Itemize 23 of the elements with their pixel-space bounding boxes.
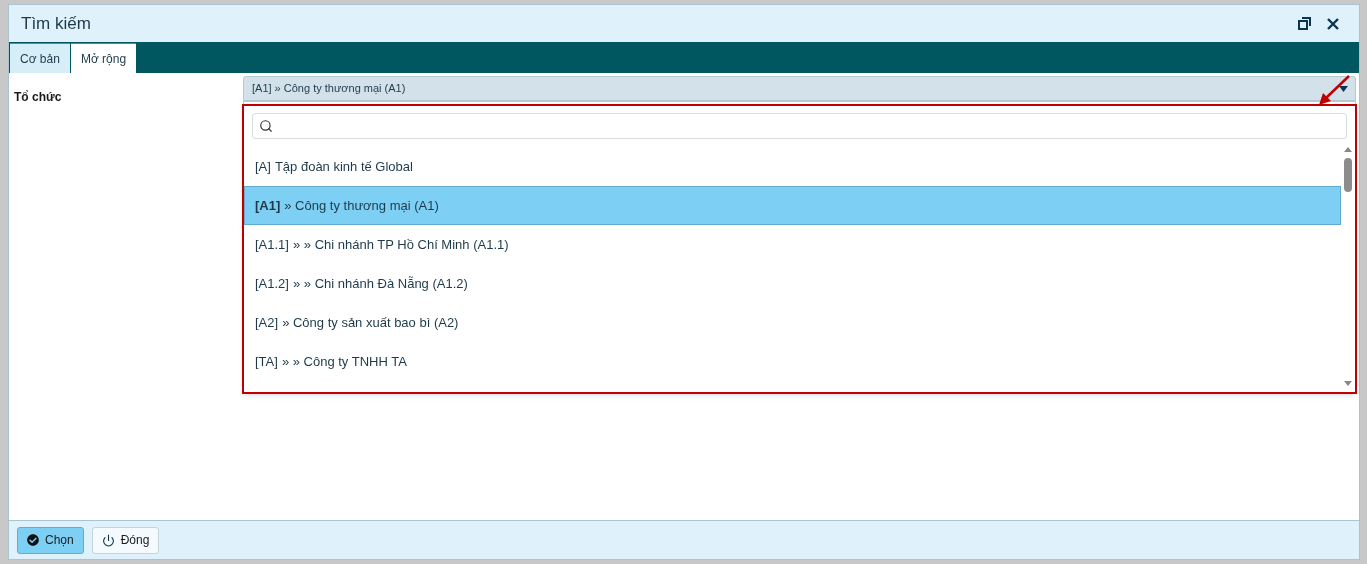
- dropdown-option[interactable]: [TA] » » Công ty TNHH TA: [244, 342, 1341, 381]
- window-title: Tìm kiếm: [21, 12, 91, 35]
- caret-icon[interactable]: [1339, 85, 1348, 92]
- dropdown-option[interactable]: [A] Tập đoàn kinh tế Global: [244, 147, 1341, 186]
- scroll-up-icon[interactable]: [1344, 147, 1352, 152]
- search-icon: [259, 119, 273, 133]
- check-icon: [27, 534, 39, 546]
- dropdown-option[interactable]: [A2] » Công ty sản xuất bao bì (A2): [244, 303, 1341, 342]
- dropdown-option[interactable]: [A1.1] » » Chi nhánh TP Hồ Chí Minh (A1.1): [244, 225, 1341, 264]
- close-icon[interactable]: [1327, 17, 1339, 30]
- tab[interactable]: Cơ bản: [10, 43, 70, 73]
- dropdown-option[interactable]: [A1.2] » » Chi nhánh Đà Nẵng (A1.2): [244, 264, 1341, 303]
- power-icon: [101, 533, 115, 547]
- organization-select[interactable]: [A1] » Công ty thương mại (A1): [243, 76, 1356, 101]
- restore-icon[interactable]: [1298, 17, 1311, 30]
- field-label: Tổ chức: [14, 90, 62, 104]
- close-button[interactable]: Đóng: [91, 526, 160, 554]
- dropdown-option[interactable]: [A1] » Công ty thương mại (A1): [244, 186, 1341, 225]
- scrollbar-thumb[interactable]: [1344, 158, 1352, 192]
- search-field[interactable]: [252, 113, 1347, 139]
- choose-button[interactable]: Chọn: [17, 526, 84, 554]
- scroll-down-icon[interactable]: [1344, 381, 1352, 386]
- tab[interactable]: Mở rộng: [70, 43, 137, 73]
